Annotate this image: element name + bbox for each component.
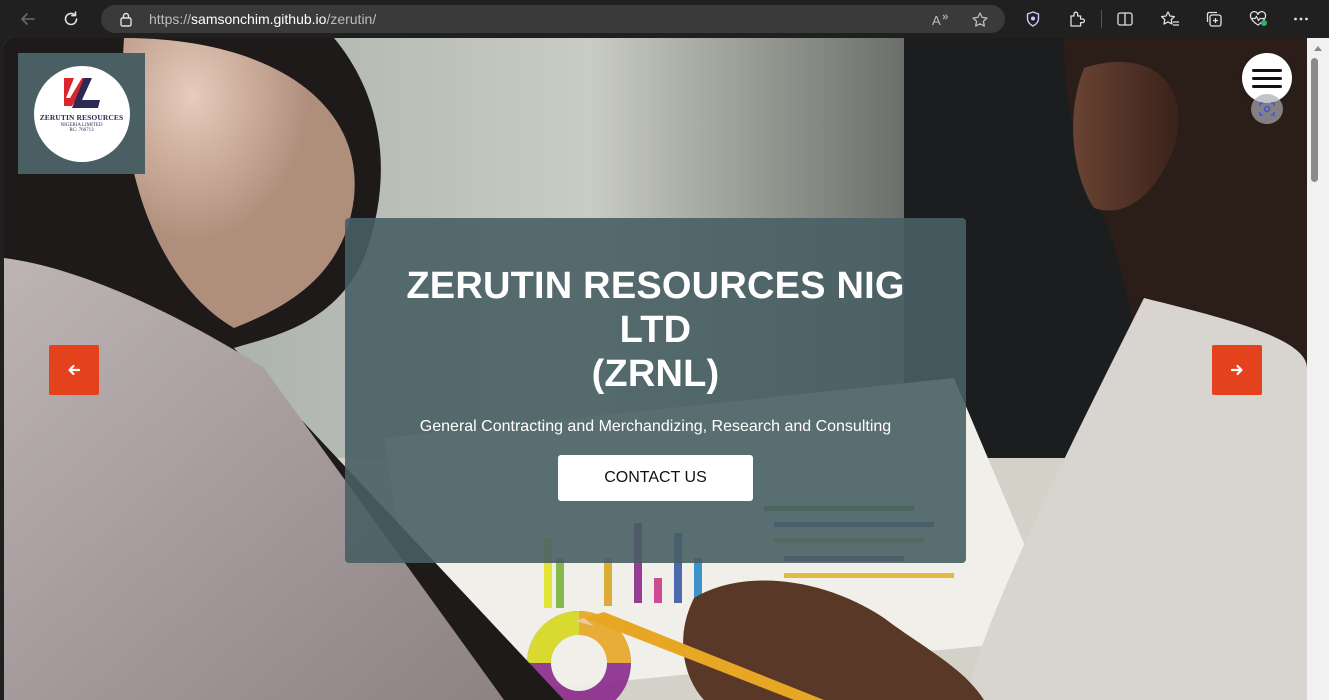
shield-icon — [1026, 11, 1040, 27]
carousel-prev-button[interactable] — [49, 345, 99, 395]
tracking-prevention-button[interactable] — [1020, 6, 1046, 32]
collections-icon — [1206, 11, 1222, 27]
svg-text:A: A — [932, 13, 941, 28]
logo-company-name: ZERUTIN RESOURCES — [39, 112, 124, 122]
scrollbar-thumb[interactable] — [1311, 58, 1318, 182]
read-aloud-icon: A — [932, 13, 949, 28]
page-scrollbar[interactable] — [1307, 38, 1329, 700]
url-prefix: https:// — [149, 11, 192, 27]
hero-title-line-2: LTD — [619, 309, 692, 351]
hero-title-line-3: (ZRNL) — [591, 353, 720, 395]
hero-title-line-1: ZERUTIN RESOURCES NIG — [406, 265, 905, 307]
logo-rc-number: RC: 766713 — [69, 127, 94, 133]
url-text[interactable]: https://samsonchim.github.io/zerutin/ — [149, 11, 376, 27]
browser-essentials-icon — [1249, 11, 1267, 26]
browser-essentials-button[interactable] — [1245, 6, 1271, 32]
split-screen-button[interactable] — [1112, 6, 1138, 32]
arrow-left-icon — [68, 364, 81, 376]
url-path: /zerutin/ — [326, 11, 377, 27]
favorite-button[interactable] — [969, 9, 991, 31]
browser-toolbar: https://samsonchim.github.io/zerutin/ A — [0, 0, 1329, 38]
toolbar-divider — [1101, 10, 1102, 28]
site-logo[interactable]: ZERUTIN RESOURCES NIGERIA LIMITED RC: 76… — [18, 53, 145, 174]
back-button[interactable] — [13, 4, 43, 34]
more-button[interactable] — [1288, 6, 1314, 32]
arrow-right-icon — [1230, 364, 1243, 376]
address-bar[interactable]: https://samsonchim.github.io/zerutin/ A — [101, 5, 1005, 33]
scroll-up-arrow-icon[interactable] — [1314, 46, 1322, 51]
hero-caption: ZERUTIN RESOURCES NIG LTD (ZRNL) General… — [345, 218, 966, 563]
hamburger-icon — [1252, 68, 1282, 72]
favorites-button[interactable] — [1157, 6, 1183, 32]
page-viewport: ZERUTIN RESOURCES NIGERIA LIMITED RC: 76… — [4, 38, 1307, 700]
extensions-icon — [1070, 11, 1086, 27]
hamburger-icon-bar — [1252, 84, 1282, 88]
url-host: samsonchim.github.io — [191, 11, 327, 27]
visual-search-icon — [1259, 102, 1275, 116]
read-aloud-button[interactable]: A — [929, 9, 951, 31]
hero-title: ZERUTIN RESOURCES NIG LTD (ZRNL) — [345, 264, 966, 396]
refresh-icon — [64, 11, 78, 26]
more-icon — [1294, 17, 1308, 21]
logo-zl-mark-icon — [63, 77, 100, 108]
extensions-button[interactable] — [1064, 6, 1090, 32]
favorites-icon — [1160, 11, 1179, 26]
split-screen-icon — [1117, 12, 1133, 26]
visual-search-badge[interactable] — [1251, 94, 1283, 124]
contact-us-button[interactable]: CONTACT US — [558, 455, 753, 501]
lock-icon[interactable] — [119, 11, 133, 27]
collections-button[interactable] — [1201, 6, 1227, 32]
hero-subtitle: General Contracting and Merchandizing, R… — [419, 418, 892, 435]
carousel-next-button[interactable] — [1212, 345, 1262, 395]
logo-badge: ZERUTIN RESOURCES NIGERIA LIMITED RC: 76… — [33, 65, 130, 162]
favorite-star-icon — [972, 12, 988, 27]
back-icon — [21, 13, 35, 25]
hamburger-icon-bar — [1252, 76, 1282, 80]
refresh-button[interactable] — [56, 4, 86, 34]
